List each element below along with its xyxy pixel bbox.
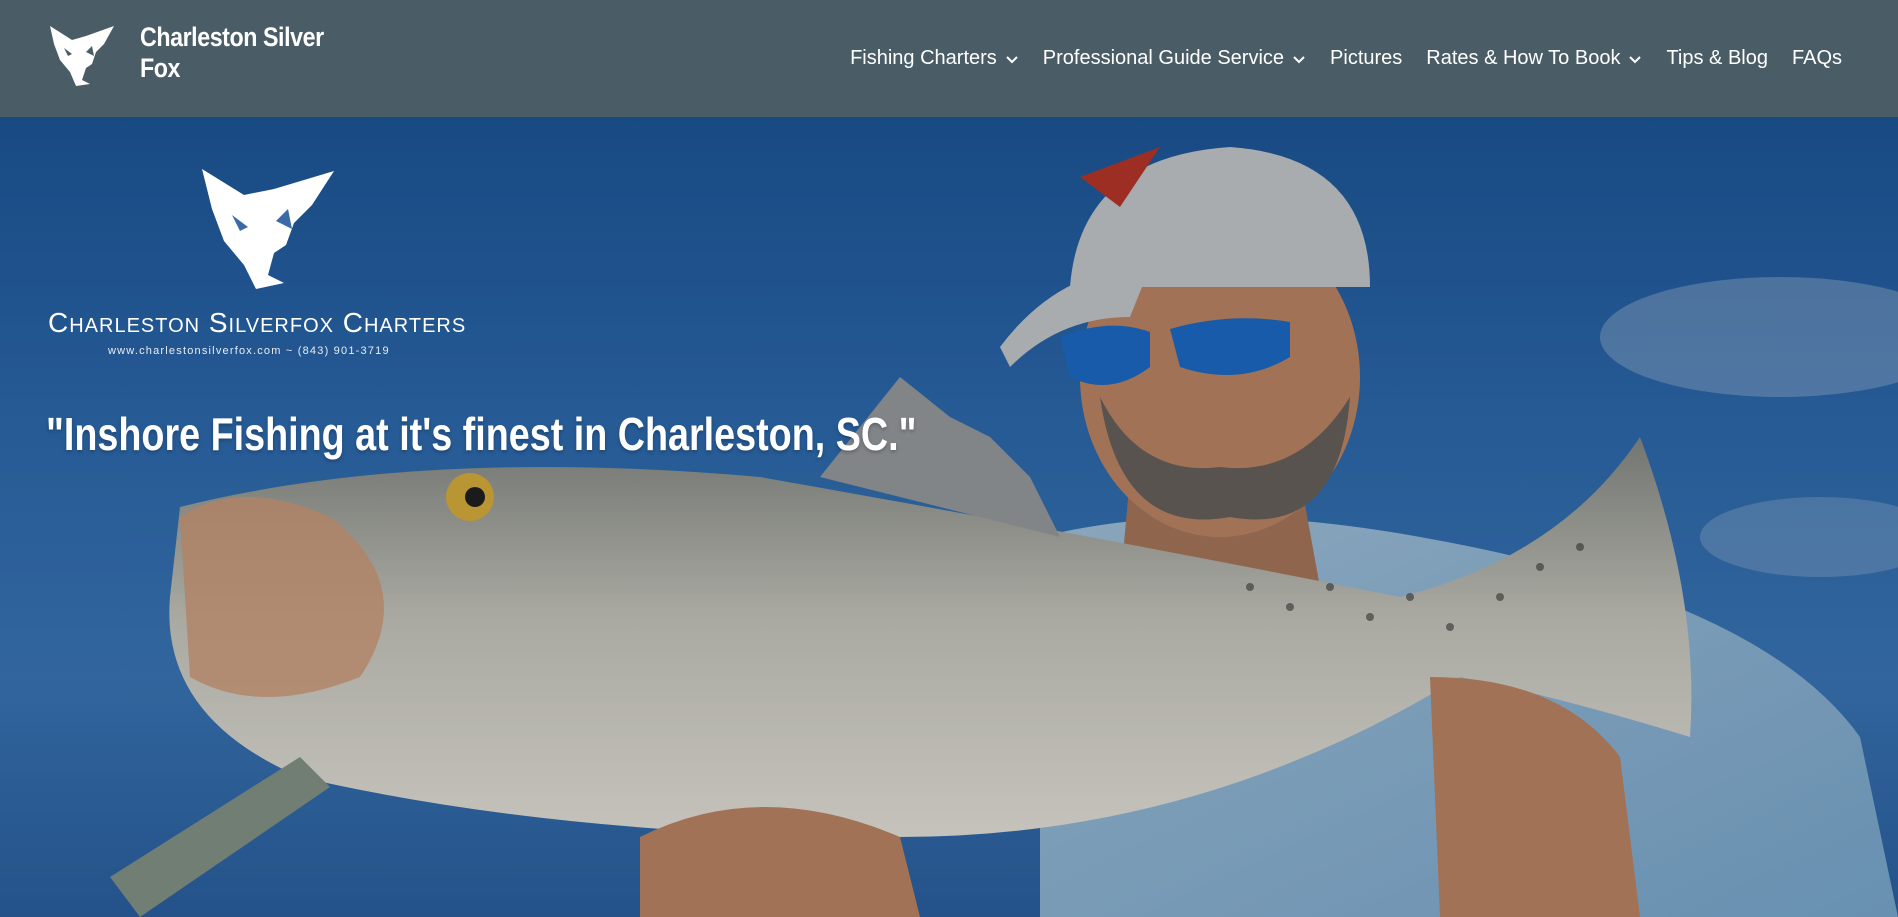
nav-professional-guide-service[interactable]: Professional Guide Service — [1043, 47, 1306, 70]
brand-logo-link[interactable] — [46, 22, 118, 88]
hero-logo-title: Charleston Silverfox Charters — [48, 307, 467, 338]
hero-tagline: "Inshore Fishing at it's finest in Charl… — [46, 408, 917, 460]
hero-section: Charleston Silverfox Charters www.charle… — [0, 117, 1898, 917]
nav-label: Tips & Blog — [1666, 47, 1768, 69]
nav-label: Rates & How To Book — [1426, 47, 1621, 69]
chevron-down-icon — [1629, 56, 1642, 64]
chevron-down-icon — [1006, 56, 1018, 64]
fox-head-icon — [50, 26, 114, 86]
fox-head-icon — [202, 169, 334, 289]
nav-rates-how-to-book[interactable]: Rates & How To Book — [1426, 47, 1642, 70]
chevron-down-icon — [1293, 56, 1305, 64]
nav-label: Professional Guide Service — [1042, 47, 1285, 69]
main-nav: Fishing Charters Professional Guide Serv… — [826, 0, 1842, 117]
nav-label: Pictures — [1330, 47, 1403, 69]
nav-label: Fishing Charters — [850, 47, 997, 69]
site-header: Charleston Silver Fox Fishing Charters P… — [0, 0, 1898, 117]
nav-fishing-charters[interactable]: Fishing Charters — [850, 47, 1019, 70]
nav-label: FAQs — [1791, 47, 1842, 69]
nav-pictures[interactable]: Pictures — [1330, 47, 1402, 70]
nav-faqs[interactable]: FAQs — [1792, 47, 1842, 70]
hero-logo-subtitle: www.charlestonsilverfox.com ~ (843) 901-… — [108, 345, 390, 357]
site-title[interactable]: Charleston Silver Fox — [140, 22, 364, 84]
nav-tips-blog[interactable]: Tips & Blog — [1666, 47, 1768, 70]
